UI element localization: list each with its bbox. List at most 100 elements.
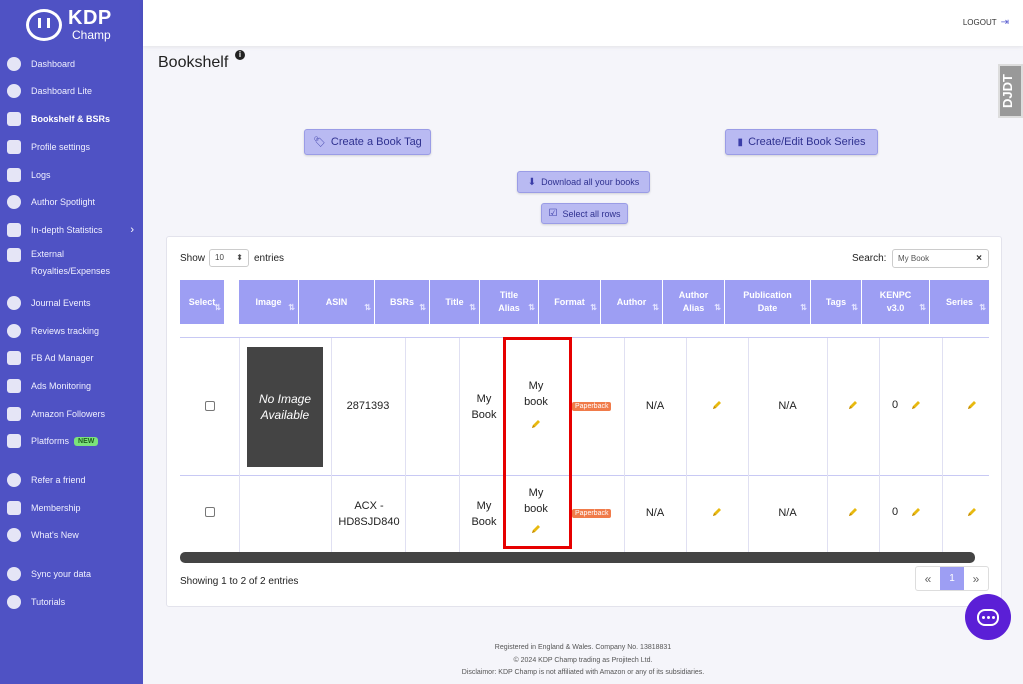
sidebar-item-label: Logs — [31, 170, 51, 180]
col-header-kenpc[interactable]: KENPC v3.0 ⇅ — [862, 280, 930, 324]
sidebar-item-dashboard-lite[interactable]: Dashboard Lite — [0, 79, 143, 103]
col-divider — [405, 338, 406, 552]
col-header-label: BSRs — [389, 296, 414, 307]
tags-icon: 🏷 — [313, 136, 326, 148]
previous-page-button[interactable]: « — [916, 567, 940, 590]
col-header-label: Series — [945, 296, 974, 307]
col-header-title[interactable]: Title ⇅ — [430, 280, 480, 324]
col-header-label: Publication Date — [743, 290, 792, 313]
col-header-bsrs[interactable]: BSRs ⇅ — [375, 280, 430, 324]
next-page-button[interactable]: » — [964, 567, 988, 590]
sidebar-item-label: Bookshelf & BSRs — [31, 114, 111, 124]
sidebar-item-dashboard[interactable]: Dashboard — [0, 52, 143, 76]
edit-kenpc-pencil-icon[interactable] — [910, 506, 922, 518]
search-input[interactable]: My Book × — [892, 249, 989, 268]
edit-series-pencil-icon[interactable] — [966, 506, 978, 518]
edit-series-pencil-icon[interactable] — [966, 399, 978, 411]
row-select-checkbox[interactable] — [205, 401, 215, 411]
edit-tags-pencil-icon[interactable] — [847, 399, 859, 411]
sidebar-item-label: Author Spotlight — [31, 197, 96, 207]
col-header-label: Title — [445, 296, 464, 307]
col-header-series[interactable]: Series ⇅ — [930, 280, 989, 324]
sort-icon: ⇅ — [419, 303, 426, 312]
users-icon — [7, 473, 21, 487]
debug-toolbar-handle[interactable]: DJDT — [998, 64, 1023, 118]
entries-label: entries — [254, 253, 285, 264]
app-logo[interactable]: KDP Champ — [26, 8, 112, 41]
create-book-tag-button[interactable]: 🏷 Create a Book Tag — [304, 129, 431, 155]
select-all-rows-button[interactable]: ☑ Select all rows — [541, 203, 628, 224]
col-divider — [879, 338, 880, 552]
table-info: Showing 1 to 2 of 2 entries — [180, 576, 299, 587]
sort-icon: ⇅ — [979, 303, 986, 312]
col-divider — [459, 338, 460, 552]
col-header-format[interactable]: Format ⇅ — [539, 280, 601, 324]
chat-launcher-button[interactable] — [965, 594, 1011, 640]
sidebar-item-sync-your-data[interactable]: Sync your data — [0, 562, 143, 586]
crosshair-icon — [7, 84, 21, 98]
sidebar-item-label: Sync your data — [31, 569, 92, 579]
download-books-button[interactable]: ⬇ Download all your books — [517, 171, 650, 193]
col-header-author[interactable]: Author ⇅ — [601, 280, 663, 324]
author-cell: N/A — [645, 507, 665, 519]
col-header-select[interactable]: Select ⇅ — [180, 280, 225, 324]
create-edit-book-series-button[interactable]: ▮ Create/Edit Book Series — [725, 129, 878, 155]
publication-date-cell: N/A — [778, 507, 797, 519]
sort-icon: ⇅ — [652, 303, 659, 312]
store-icon — [7, 434, 21, 448]
sidebar-item-whats-new[interactable]: What's New — [0, 523, 143, 547]
sidebar-item-journal-events[interactable]: Journal Events — [0, 291, 143, 315]
sidebar-item-label: Reviews tracking — [31, 326, 100, 336]
page-1-button[interactable]: 1 — [940, 567, 964, 590]
row-select-checkbox[interactable] — [205, 507, 215, 517]
sort-icon: ⇅ — [590, 303, 597, 312]
col-header-image[interactable]: Image ⇅ — [239, 280, 299, 324]
logout-icon: ⇥ — [1000, 17, 1009, 28]
sort-icon: ⇅ — [919, 303, 926, 312]
logout-link[interactable]: LOGOUT ⇥ — [963, 17, 1009, 28]
sidebar-item-label: External Royalties/Expenses — [31, 249, 111, 276]
sidebar-item-profile-settings[interactable]: Profile settings — [0, 135, 143, 159]
sidebar-item-ads-monitoring[interactable]: Ads Monitoring — [0, 374, 143, 398]
sidebar-item-fb-ad-manager[interactable]: FB Ad Manager — [0, 346, 143, 370]
sidebar-item-logs[interactable]: Logs — [0, 163, 143, 187]
col-divider — [331, 338, 332, 552]
footer: Registered in England & Wales. Company N… — [143, 642, 1023, 680]
sidebar-item-label: Membership — [31, 503, 81, 513]
col-header-tags[interactable]: Tags ⇅ — [811, 280, 862, 324]
sidebar-item-amazon-followers[interactable]: Amazon Followers — [0, 402, 143, 426]
col-header-publication-date[interactable]: Publication Date ⇅ — [725, 280, 811, 324]
sidebar-item-author-spotlight[interactable]: Author Spotlight — [0, 190, 143, 214]
edit-author-alias-pencil-icon[interactable] — [711, 506, 723, 518]
sidebar-item-tutorials[interactable]: Tutorials — [0, 590, 143, 614]
star-icon — [7, 324, 21, 338]
button-label: Create/Edit Book Series — [748, 136, 866, 148]
sidebar-item-bookshelf[interactable]: Bookshelf & BSRs — [0, 107, 143, 131]
clear-search-icon[interactable]: × — [976, 250, 982, 267]
col-header-asin[interactable]: ASIN ⇅ — [299, 280, 375, 324]
sidebar-item-label: Dashboard Lite — [31, 86, 93, 96]
edit-author-alias-pencil-icon[interactable] — [711, 399, 723, 411]
col-header-author-alias[interactable]: Author Alias ⇅ — [663, 280, 725, 324]
lightbulb-icon — [7, 195, 21, 209]
info-icon[interactable]: i — [235, 50, 245, 60]
edit-kenpc-pencil-icon[interactable] — [910, 399, 922, 411]
sidebar-item-label: Profile settings — [31, 142, 91, 152]
col-header-label: Title Alias — [498, 290, 520, 313]
book-icon: ▮ — [737, 136, 744, 148]
sidebar-item-label: Ads Monitoring — [31, 381, 92, 391]
title-cell: My Book — [471, 393, 497, 421]
edit-tags-pencil-icon[interactable] — [847, 506, 859, 518]
sidebar-item-refer-a-friend[interactable]: Refer a friend — [0, 468, 143, 492]
wallet-icon — [7, 248, 21, 262]
table-horizontal-scrollbar[interactable] — [180, 552, 975, 563]
sort-icon: ⇅ — [528, 303, 535, 312]
col-header-label: KENPC v3.0 — [879, 290, 912, 313]
sidebar-item-in-depth-statistics[interactable]: In-depth Statistics › — [0, 218, 143, 242]
sidebar-item-membership[interactable]: Membership — [0, 496, 143, 520]
sidebar-item-platforms[interactable]: Platforms NEW — [0, 429, 143, 453]
sidebar-item-external-royalties[interactable]: External Royalties/Expenses — [0, 242, 143, 276]
col-header-title-alias[interactable]: Title Alias ⇅ — [480, 280, 539, 324]
sidebar-item-reviews-tracking[interactable]: Reviews tracking — [0, 319, 143, 343]
entries-select[interactable]: 10 ⬍ — [209, 249, 249, 267]
